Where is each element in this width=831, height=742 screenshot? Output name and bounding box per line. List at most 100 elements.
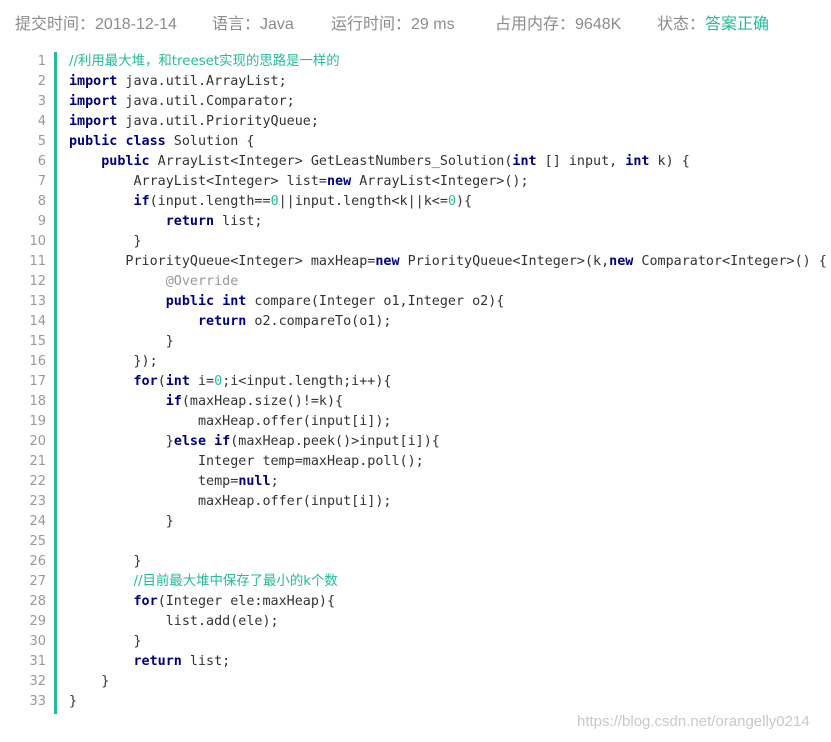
gutter-accent-border (54, 52, 57, 714)
code-line: } (69, 672, 831, 692)
code-line: } (69, 692, 831, 712)
code-line: public int compare(Integer o1,Integer o2… (69, 292, 831, 312)
code-line: import java.util.ArrayList; (69, 72, 831, 92)
line-number: 4 (37, 114, 46, 129)
code-keyword: for (133, 374, 158, 389)
code-line: if(input.length==0||input.length<k||k<=0… (69, 192, 831, 212)
code-block[interactable]: 1 2 3 4 5 6 7 8 9 10 11 12 13 14 15 16 17 18 19 20 21 22 23 24 2… (16, 42, 831, 732)
code-line: PriorityQueue<Integer> maxHeap=new Prior… (69, 252, 831, 272)
code-line: }else if(maxHeap.peek()>input[i]){ (69, 432, 831, 452)
code-line: } (69, 632, 831, 652)
code-text: ){ (456, 194, 473, 209)
code-text: maxHeap.offer(input[i]); (69, 414, 392, 429)
code-comment: //利用最大堆，和treeset实现的思路是一样的 (69, 54, 340, 69)
code-text: ArrayList<Integer>(); (351, 174, 529, 189)
code-text: (maxHeap.peek()>input[i]){ (230, 434, 440, 449)
submit-time-info: 提交时间：2018-12-14 (15, 10, 177, 34)
line-number: 1 (37, 54, 46, 69)
line-number: 2 (37, 74, 46, 89)
code-text: ||input.length<k||k<= (278, 194, 448, 209)
code-keyword: import (69, 74, 118, 89)
code-comment: //目前最大堆中保存了最小的k个数 (133, 574, 338, 589)
code-text: ArrayList<Integer> GetLeastNumbers_Solut… (149, 154, 513, 169)
language-label: 语言： (212, 16, 261, 33)
line-number: 11 (29, 254, 46, 269)
code-line: public ArrayList<Integer> GetLeastNumber… (69, 152, 831, 172)
code-line: }); (69, 352, 831, 372)
memory-value: 9648K (575, 16, 622, 33)
code-text: ; (270, 474, 279, 489)
submit-time-label: 提交时间： (15, 16, 96, 33)
code-annotation: @Override (165, 274, 239, 289)
code-keyword: else (173, 434, 207, 449)
code-text: i= (189, 374, 215, 389)
code-text: Solution { (165, 134, 255, 149)
line-number: 23 (29, 494, 46, 509)
status-value: 答案正确 (705, 16, 770, 33)
code-keyword: for (133, 594, 158, 609)
runtime-info: 运行时间：29 ms (331, 10, 455, 34)
code-lines[interactable]: //利用最大堆，和treeset实现的思路是一样的 import java.uti… (69, 52, 831, 712)
code-keyword: return (198, 314, 247, 329)
line-number: 8 (37, 194, 46, 209)
line-number: 15 (29, 334, 46, 349)
code-line: maxHeap.offer(input[i]); (69, 412, 831, 432)
code-keyword: new (375, 254, 400, 269)
code-line: return o2.compareTo(o1); (69, 312, 831, 332)
code-text: (maxHeap.size()!=k){ (181, 394, 344, 409)
code-keyword: class (125, 134, 166, 149)
code-line: } (69, 232, 831, 252)
line-number: 33 (29, 694, 46, 709)
code-line: list.add(ele); (69, 612, 831, 632)
line-number: 9 (37, 214, 46, 229)
line-number: 7 (37, 174, 46, 189)
code-line: Integer temp=maxHeap.poll(); (69, 452, 831, 472)
code-text: PriorityQueue<Integer> maxHeap= (69, 254, 376, 269)
code-line: maxHeap.offer(input[i]); (69, 492, 831, 512)
code-keyword: int (512, 154, 537, 169)
code-keyword: new (326, 174, 352, 189)
status-info: 状态：答案正确 (657, 10, 769, 34)
status-label: 状态： (657, 16, 706, 33)
code-keyword: if (214, 434, 231, 449)
code-line: //利用最大堆，和treeset实现的思路是一样的 (69, 52, 831, 72)
code-text: ;i<input.length;i++){ (222, 374, 392, 389)
code-line: return list; (69, 652, 831, 672)
code-keyword: import (69, 114, 118, 129)
code-keyword: return (133, 654, 182, 669)
line-number: 17 (29, 374, 46, 389)
code-line: } (69, 512, 831, 532)
code-text: list.add(ele); (69, 614, 279, 629)
code-keyword: null (238, 474, 271, 489)
line-number: 12 (29, 274, 46, 289)
line-number: 28 (29, 594, 46, 609)
line-number: 19 (29, 414, 46, 429)
code-text: maxHeap.offer(input[i]); (69, 494, 392, 509)
code-text: }); (69, 354, 158, 369)
line-number: 16 (29, 354, 46, 369)
code-line: temp=null; (69, 472, 831, 492)
code-text: } (69, 234, 142, 249)
line-number: 20 (29, 434, 46, 449)
submission-info-bar: 提交时间：2018-12-14 语言：Java 运行时间：29 ms 占用内存：… (0, 0, 831, 42)
code-text: (Integer ele:maxHeap){ (157, 594, 336, 609)
code-text: java.util.Comparator; (117, 94, 295, 109)
code-keyword: int (222, 294, 247, 309)
code-text: } (69, 554, 142, 569)
code-number: 0 (214, 374, 223, 389)
code-text: o2.compareTo(o1); (246, 314, 392, 329)
line-number: 24 (29, 514, 46, 529)
code-line: } (69, 552, 831, 572)
code-text: Comparator<Integer>() { (633, 254, 827, 269)
code-text: (input.length== (149, 194, 271, 209)
code-text: list; (181, 654, 231, 669)
